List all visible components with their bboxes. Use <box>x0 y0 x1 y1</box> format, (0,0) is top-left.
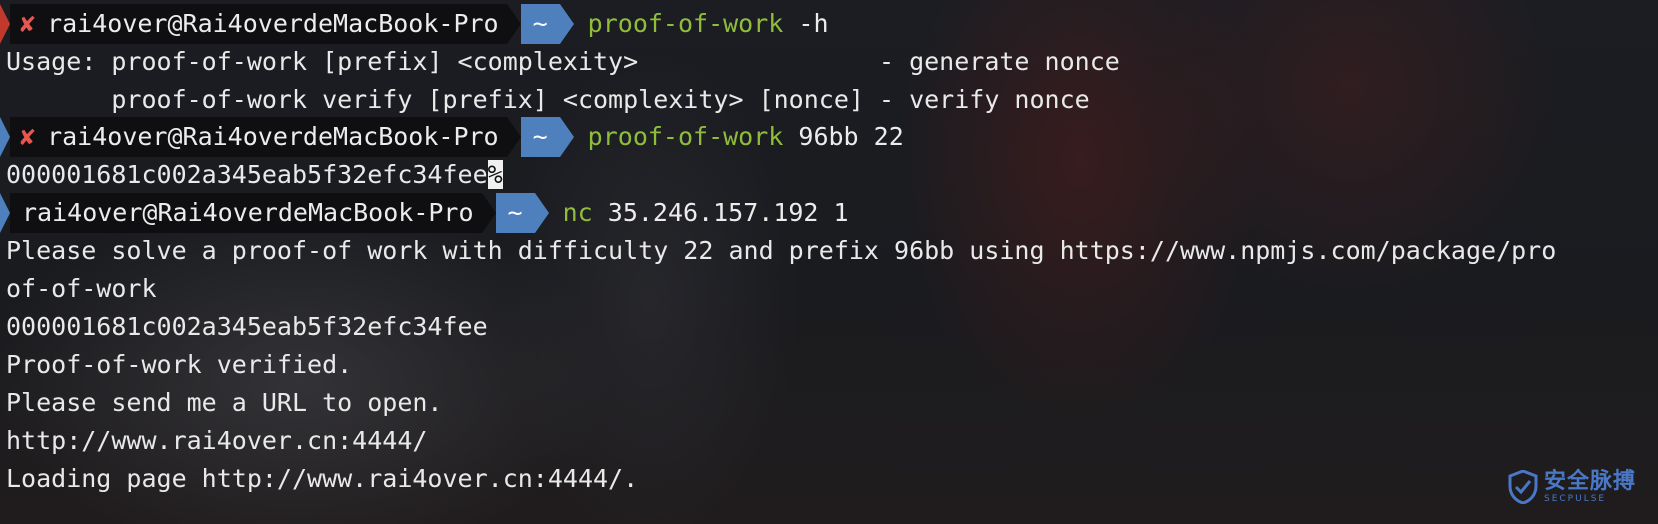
prompt-end-arrow <box>559 4 574 44</box>
output-line: 000001681c002a345eab5f32efc34fee <box>6 312 488 341</box>
watermark-en: SECPULSE <box>1544 493 1607 504</box>
output-line: Proof-of-work verified. <box>6 350 353 379</box>
prompt-line: ✘ rai4over@Rai4overdeMacBook-Pro ~ proof-… <box>0 4 829 44</box>
prompt-user-segment: ✘ rai4over@Rai4overdeMacBook-Pro <box>10 117 507 157</box>
command-args: 35.246.157.192 1 <box>592 198 849 227</box>
terminal-window[interactable]: ✘ rai4over@Rai4overdeMacBook-Pro ~ proof-… <box>0 0 1658 524</box>
output-line: Please send me a URL to open. <box>6 388 443 417</box>
prompt-line: rai4over@Rai4overdeMacBook-Pro ~ nc 35.2… <box>0 193 849 233</box>
command-args: 96bb 22 <box>783 122 904 151</box>
command-args: -h <box>783 9 829 38</box>
prompt-dir: ~ <box>520 4 560 44</box>
prompt-start-chevron <box>0 193 10 233</box>
output-line: proof-of-work verify [prefix] <complexit… <box>6 85 1090 114</box>
output-line: http://www.rai4over.cn:4444/ <box>6 426 428 455</box>
prompt-separator-arrow <box>506 4 521 44</box>
prompt-dir: ~ <box>520 117 560 157</box>
command-name: proof-of-work <box>587 9 784 38</box>
prompt-user-host: rai4over@Rai4overdeMacBook-Pro <box>47 122 499 151</box>
prompt-end-arrow <box>559 117 574 157</box>
error-x-icon: ✘ <box>20 9 36 38</box>
output-line: Please solve a proof-of work with diffic… <box>6 236 1557 265</box>
prompt-start-chevron <box>0 117 10 157</box>
prompt-start-chevron <box>0 4 10 44</box>
shield-icon <box>1508 470 1538 504</box>
prompt-user-segment: rai4over@Rai4overdeMacBook-Pro <box>10 193 482 233</box>
output-line: of-of-work <box>6 274 157 303</box>
prompt-user-segment: ✘ rai4over@Rai4overdeMacBook-Pro <box>10 4 507 44</box>
command-name: nc <box>562 198 593 227</box>
prompt-line: ✘ rai4over@Rai4overdeMacBook-Pro ~ proof-… <box>0 117 904 157</box>
nonce-text: 000001681c002a345eab5f32efc34fee <box>6 160 488 189</box>
prompt-user-host: rai4over@Rai4overdeMacBook-Pro <box>22 198 474 227</box>
watermark-cn: 安全脉搏 <box>1544 468 1637 494</box>
output-line: 000001681c002a345eab5f32efc34fee% <box>6 155 503 195</box>
output-line: Usage: proof-of-work [prefix] <complexit… <box>6 47 1120 76</box>
prompt-user-host: rai4over@Rai4overdeMacBook-Pro <box>47 9 499 38</box>
secpulse-watermark: 安全脉搏 SECPULSE <box>1508 470 1636 504</box>
output-line: Loading page http://www.rai4over.cn:4444… <box>6 464 639 493</box>
command-name: proof-of-work <box>587 122 784 151</box>
prompt-end-arrow <box>534 193 549 233</box>
terminal-cursor: % <box>487 160 503 189</box>
error-x-icon: ✘ <box>20 122 36 151</box>
prompt-separator-arrow <box>506 117 521 157</box>
prompt-separator-arrow <box>481 193 496 233</box>
prompt-dir: ~ <box>495 193 535 233</box>
